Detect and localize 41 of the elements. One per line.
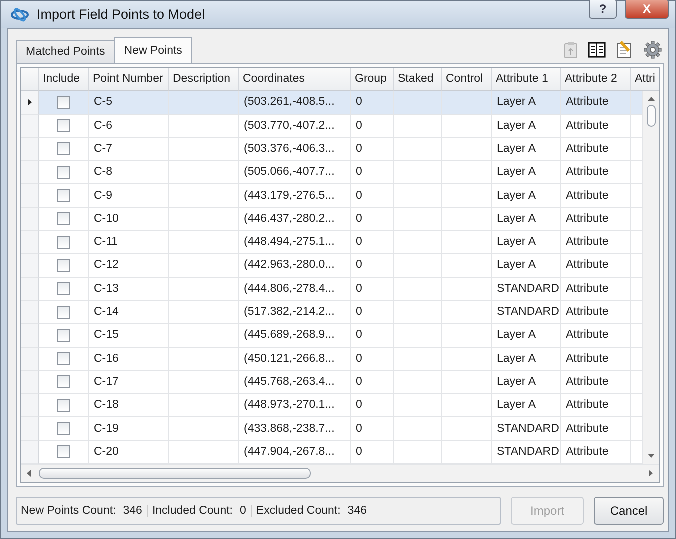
dialog-button[interactable]: Cancel (594, 497, 664, 525)
include-checkbox[interactable] (57, 166, 70, 179)
include-checkbox[interactable] (57, 189, 70, 202)
current-row-icon (28, 98, 32, 106)
include-checkbox[interactable] (57, 142, 70, 156)
tab[interactable]: New Points (114, 37, 192, 64)
include-checkbox[interactable] (57, 398, 70, 412)
scroll-thumb[interactable] (39, 468, 311, 479)
include-checkbox[interactable] (57, 328, 70, 342)
status-label: New Points Count: (21, 505, 116, 517)
help-button[interactable]: ? (589, 0, 617, 19)
include-checkbox[interactable] (57, 375, 70, 388)
horizontal-scrollbar[interactable] (21, 464, 659, 482)
include-checkbox[interactable] (57, 422, 70, 436)
scroll-right-icon[interactable] (649, 470, 653, 477)
vertical-scrollbar[interactable] (643, 91, 659, 464)
include-checkbox[interactable] (57, 96, 70, 109)
notepad-pencil-icon[interactable] (616, 41, 634, 60)
scroll-up-icon[interactable] (648, 97, 654, 102)
settings-icon[interactable] (644, 41, 662, 60)
scroll-left-icon[interactable] (27, 470, 31, 477)
include-checkbox[interactable] (57, 352, 70, 366)
scroll-thumb[interactable] (646, 105, 656, 128)
status-value: 0 (240, 505, 252, 517)
status-value: 346 (123, 505, 148, 517)
include-checkbox[interactable] (57, 306, 70, 319)
row-header[interactable] (21, 91, 39, 115)
app-logo-icon (11, 6, 29, 23)
status-value: 346 (348, 505, 368, 517)
status-label: Included Count: (152, 505, 233, 517)
tab[interactable]: Matched Points (16, 40, 116, 64)
scroll-down-icon[interactable] (648, 454, 654, 458)
status-label: Excluded Count: (256, 505, 341, 517)
include-checkbox[interactable] (57, 119, 70, 132)
window-title: Import Field Points to Model (37, 7, 206, 22)
include-checkbox[interactable] (57, 282, 70, 296)
include-checkbox[interactable] (57, 236, 70, 249)
include-checkbox[interactable] (57, 258, 70, 272)
columns-icon[interactable] (588, 42, 606, 58)
include-checkbox[interactable] (57, 212, 70, 226)
include-checkbox[interactable] (57, 445, 70, 458)
